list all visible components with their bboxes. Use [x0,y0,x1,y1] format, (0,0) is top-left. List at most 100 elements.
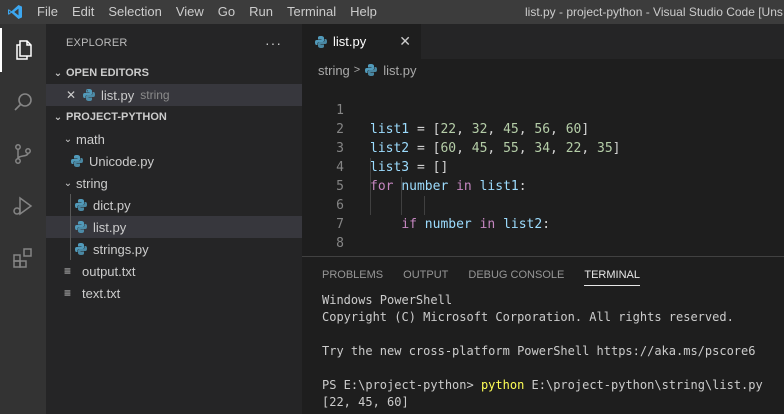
file-label: Unicode.py [89,153,155,169]
run-debug-icon[interactable] [0,184,46,228]
chevron-down-icon: ⌄ [53,111,63,123]
menu-go[interactable]: Go [211,0,242,24]
tab-label: list.py [333,34,367,49]
editor-tabs: list.py ✕ [302,24,784,59]
file-text[interactable]: ≡ text.txt [46,282,302,304]
code-editor[interactable]: 1 list1 = [22, 32, 45, 56, 60] 2 list2 =… [302,82,784,308]
terminal-line: Copyright (C) Microsoft Corporation. All… [322,310,734,324]
vscode-logo-icon [0,0,30,24]
file-label: text.txt [82,285,121,301]
more-actions-icon[interactable]: ··· [265,35,282,51]
terminal-prompt: PS E:\project-python> [322,378,481,392]
file-label: strings.py [93,241,149,257]
source-control-icon[interactable] [0,132,46,176]
open-editors-section[interactable]: ⌄ OPEN EDITORS [46,62,302,84]
explorer-header: EXPLORER ··· [46,24,302,62]
explorer-icon[interactable] [0,28,46,72]
open-editor-item[interactable]: ✕ list.py string [46,84,302,106]
python-file-icon [315,35,327,48]
project-section[interactable]: ⌄ PROJECT-PYTHON [46,106,302,128]
terminal-output-text: [22, 45, 60] [322,395,409,409]
open-editors-title: OPEN EDITORS [66,67,149,79]
panel-tabs: PROBLEMS OUTPUT DEBUG CONSOLE TERMINAL [302,257,784,292]
terminal-command-arg: E:\project-python\string\list.py [524,378,763,392]
folder-label: string [76,175,108,191]
menu-file[interactable]: File [30,0,65,24]
python-file-icon [75,221,87,233]
code-line: 6 if number not in list3: [302,177,784,270]
text-file-icon: ≡ [64,286,72,300]
python-file-icon [365,64,378,76]
menu-run[interactable]: Run [242,0,280,24]
file-list[interactable]: list.py [46,216,302,238]
file-unicode[interactable]: Unicode.py [46,150,302,172]
indent-guide [370,158,371,177]
python-file-icon [75,243,87,255]
file-dict[interactable]: dict.py [46,194,302,216]
file-output[interactable]: ≡ output.txt [46,260,302,282]
terminal-line: Try the new cross-platform PowerShell ht… [322,344,756,358]
menu-help[interactable]: Help [343,0,384,24]
open-editor-folder: string [140,88,170,102]
extensions-icon[interactable] [0,236,46,280]
menu-bar: File Edit Selection View Go Run Terminal… [30,0,384,24]
close-icon[interactable]: ✕ [399,33,411,50]
code-line: 5 if number in list2: [302,158,784,232]
indent-guide [70,238,71,260]
terminal-output: [22, 45, 60] [322,394,784,411]
line-number: 8 [336,236,344,251]
code-line: 7 list3.append(number) [302,196,784,308]
file-label: list.py [93,219,127,235]
terminal[interactable]: Windows PowerShell Copyright (C) Microso… [302,292,784,411]
terminal-line: Windows PowerShell [322,293,453,307]
chevron-down-icon: ⌄ [63,177,73,189]
menu-view[interactable]: View [169,0,211,24]
menu-edit[interactable]: Edit [65,0,101,24]
tab-terminal[interactable]: TERMINAL [584,257,640,292]
code-line: 1 list1 = [22, 32, 45, 56, 60] [302,82,784,137]
python-file-icon [75,199,87,211]
file-label: output.txt [82,263,136,279]
activity-bar [0,24,46,414]
code-line: 4 for number in list1: [302,139,784,194]
file-label: dict.py [93,197,131,213]
close-icon[interactable]: ✕ [66,88,82,102]
explorer-title: EXPLORER [66,37,128,49]
tab-list-py[interactable]: list.py ✕ [302,24,421,59]
code-line: 8 print(list3) [302,215,784,270]
chevron-down-icon: ⌄ [53,67,63,79]
python-file-icon [71,155,83,167]
indent-guide [401,177,402,196]
indent-guide [70,194,71,216]
chevron-down-icon: ⌄ [63,133,73,145]
breadcrumb-file[interactable]: list.py [383,63,416,78]
chevron-right-icon: > [353,64,361,76]
window-title: list.py - project-python - Visual Studio… [525,5,783,19]
file-strings[interactable]: strings.py [46,238,302,260]
indent-guide [370,196,371,215]
open-editor-filename: list.py [101,87,135,103]
indent-guide [70,216,71,238]
menu-selection[interactable]: Selection [101,0,168,24]
code-line: 2 list2 = [60, 45, 55, 34, 22, 35] [302,101,784,156]
breadcrumb-folder[interactable]: string [318,63,350,78]
indent-guide [370,177,371,196]
folder-label: math [76,131,105,147]
folder-math[interactable]: ⌄ math [46,128,302,150]
text-file-icon: ≡ [64,264,72,278]
tab-problems[interactable]: PROBLEMS [322,257,383,292]
folder-string[interactable]: ⌄ string [46,172,302,194]
explorer-sidebar: EXPLORER ··· ⌄ OPEN EDITORS ✕ list.py st… [46,24,302,414]
project-title: PROJECT-PYTHON [66,111,167,123]
code-line: 3 list3 = [] [302,120,784,175]
menu-terminal[interactable]: Terminal [280,0,343,24]
tab-output[interactable]: OUTPUT [403,257,448,292]
tab-debug-console[interactable]: DEBUG CONSOLE [468,257,564,292]
title-bar: File Edit Selection View Go Run Terminal… [0,0,784,24]
search-icon[interactable] [0,80,46,124]
python-file-icon [83,89,95,101]
indent-guide [401,196,402,215]
terminal-command: python [480,378,525,392]
